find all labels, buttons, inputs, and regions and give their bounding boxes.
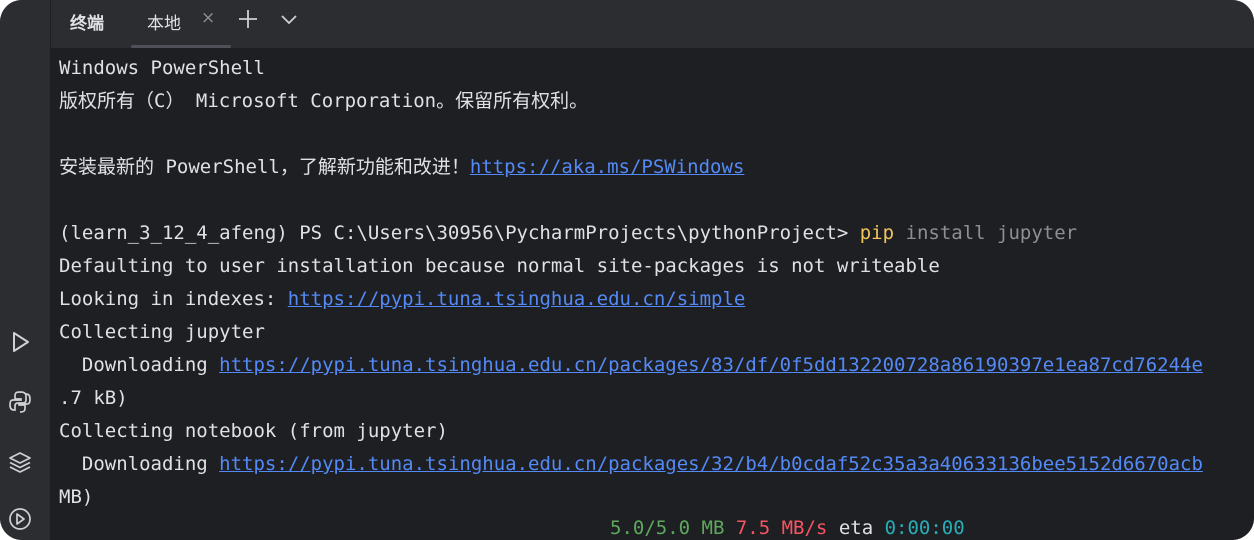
tab-label: 本地: [147, 14, 181, 34]
terminal-line: Collecting notebook (from jupyter): [59, 420, 448, 442]
progress-eta-label: eta: [838, 517, 874, 539]
terminal-text: Downloading: [59, 354, 220, 376]
run-icon[interactable]: [7, 329, 33, 355]
command-name: pip: [859, 222, 895, 244]
terminal-text: 安装最新的 PowerShell，了解新功能和改进！: [59, 156, 470, 178]
terminal-text: Looking in indexes:: [59, 288, 288, 310]
tool-window-title: 终端: [70, 14, 104, 34]
terminal-line: 版权所有（C） Microsoft Corporation。保留所有权利。: [59, 90, 589, 112]
terminal-line: Defaulting to user installation because …: [59, 255, 940, 277]
index-link[interactable]: https://pypi.tuna.tsinghua.edu.cn/simple: [288, 288, 746, 310]
terminal-line: Downloading https://pypi.tuna.tsinghua.e…: [59, 452, 1203, 476]
ide-window: 终端 本地 × Windows PowerShell 版权所有（C） Micro…: [0, 0, 1254, 540]
prompt-line: (learn_3_12_4_afeng) PS C:\Users\30956\P…: [59, 221, 1077, 245]
terminal-text: Downloading: [59, 453, 220, 475]
terminal-line: Windows PowerShell: [59, 57, 265, 79]
progress-line: 5.0/5.0 MB 7.5 MB/s eta 0:00:00: [610, 516, 965, 540]
download-link[interactable]: https://pypi.tuna.tsinghua.edu.cn/packag…: [219, 354, 1203, 376]
progress-speed: 7.5 MB/s: [735, 517, 828, 539]
terminal-line: Downloading https://pypi.tuna.tsinghua.e…: [59, 353, 1203, 377]
terminal-line: Collecting jupyter: [59, 321, 265, 343]
left-toolbar: [0, 0, 51, 540]
tab-local[interactable]: 本地 ×: [131, 0, 231, 48]
ps-download-link[interactable]: https://aka.ms/PSWindows: [470, 156, 745, 178]
terminal-output[interactable]: Windows PowerShell 版权所有（C） Microsoft Cor…: [51, 48, 1254, 540]
terminal-tab-bar: 终端 本地 ×: [51, 0, 1254, 48]
chevron-down-icon[interactable]: [280, 10, 298, 28]
layers-icon[interactable]: [7, 449, 33, 475]
terminal-line: MB): [59, 486, 94, 508]
command-args: install jupyter: [894, 222, 1078, 244]
close-icon[interactable]: ×: [201, 8, 215, 28]
terminal-line: 安装最新的 PowerShell，了解新功能和改进！https://aka.ms…: [59, 155, 744, 179]
plus-icon[interactable]: [238, 9, 258, 29]
services-icon[interactable]: [7, 506, 33, 532]
python-console-icon[interactable]: [7, 389, 33, 415]
shell-prompt: (learn_3_12_4_afeng) PS C:\Users\30956\P…: [59, 222, 860, 244]
download-link[interactable]: https://pypi.tuna.tsinghua.edu.cn/packag…: [219, 453, 1203, 475]
terminal-line: .7 kB): [59, 387, 128, 409]
terminal-line: Looking in indexes: https://pypi.tuna.ts…: [59, 287, 745, 311]
progress-size: 5.0/5.0 MB: [610, 517, 725, 539]
progress-eta: 0:00:00: [884, 517, 965, 539]
